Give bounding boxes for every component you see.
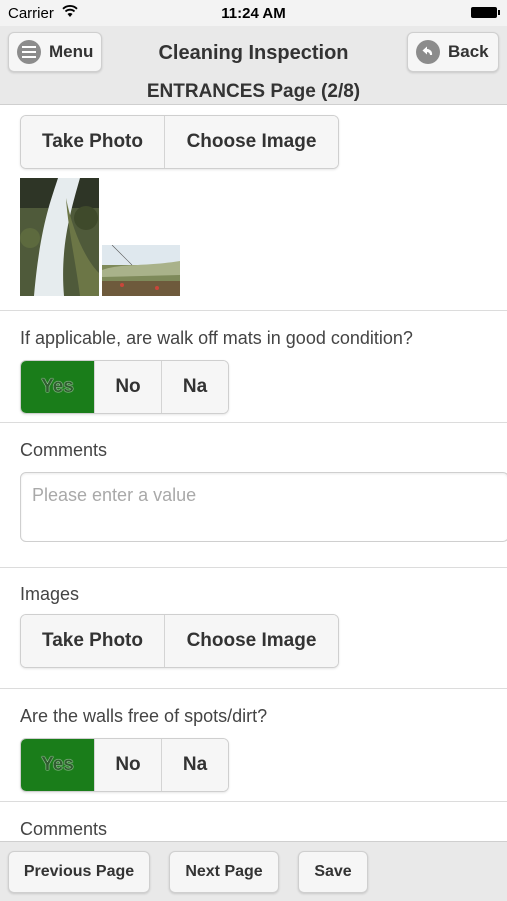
page-title: Cleaning Inspection — [158, 42, 349, 64]
clock: 11:24 AM — [221, 5, 286, 22]
header-bar: Menu Cleaning Inspection Back ENTRANCES … — [0, 26, 507, 105]
landscape-thumbnail[interactable] — [102, 245, 180, 296]
images-section-top: Take Photo Choose Image — [0, 104, 507, 311]
comments-label: Comments — [20, 440, 108, 460]
status-bar: Carrier 11:24 AM — [0, 0, 507, 26]
footer-bar: Previous Page Next Page Save — [0, 841, 507, 901]
menu-icon — [17, 40, 41, 64]
photo-button-group: Take Photo Choose Image — [20, 614, 339, 668]
take-photo-button[interactable]: Take Photo — [21, 615, 165, 667]
next-page-button[interactable]: Next Page — [169, 851, 279, 893]
photo-button-group: Take Photo Choose Image — [20, 115, 339, 169]
comments-section-1: Comments Please enter a value — [0, 423, 507, 568]
page-subtitle: ENTRANCES Page (2/8) — [146, 81, 361, 102]
question-walk-off-mats: If applicable, are walk off mats in good… — [0, 311, 507, 423]
back-button[interactable]: Back — [407, 32, 499, 72]
na-button[interactable]: Na — [162, 361, 228, 413]
waterfall-thumbnail[interactable] — [20, 178, 99, 296]
no-button[interactable]: No — [95, 739, 162, 791]
comments-section-2: Comments — [0, 802, 507, 840]
choose-image-button[interactable]: Choose Image — [165, 116, 338, 168]
comments-input[interactable]: Please enter a value — [20, 472, 507, 542]
na-button[interactable]: Na — [162, 739, 228, 791]
question-label: Are the walls free of spots/dirt? — [20, 706, 268, 726]
yes-button[interactable]: Yes — [21, 361, 95, 413]
previous-page-button[interactable]: Previous Page — [8, 851, 150, 893]
choose-image-button[interactable]: Choose Image — [165, 615, 338, 667]
back-arrow-icon — [416, 40, 440, 64]
take-photo-button[interactable]: Take Photo — [21, 116, 165, 168]
menu-label: Menu — [49, 42, 94, 61]
yes-button[interactable]: Yes — [21, 739, 95, 791]
thumbnail-strip — [20, 178, 487, 296]
form-content[interactable]: Take Photo Choose Image If applicable, a… — [0, 104, 507, 841]
answer-button-group: Yes No Na — [20, 360, 229, 414]
images-label: Images — [20, 584, 80, 604]
back-label: Back — [448, 42, 489, 61]
comments-label: Comments — [20, 819, 108, 839]
images-section: Images Take Photo Choose Image — [0, 568, 507, 689]
answer-button-group: Yes No Na — [20, 738, 229, 792]
question-label: If applicable, are walk off mats in good… — [20, 328, 413, 348]
save-button[interactable]: Save — [298, 851, 368, 893]
question-walls: Are the walls free of spots/dirt? Yes No… — [0, 689, 507, 802]
battery-icon — [471, 7, 500, 18]
no-button[interactable]: No — [95, 361, 162, 413]
menu-button[interactable]: Menu — [8, 32, 102, 72]
